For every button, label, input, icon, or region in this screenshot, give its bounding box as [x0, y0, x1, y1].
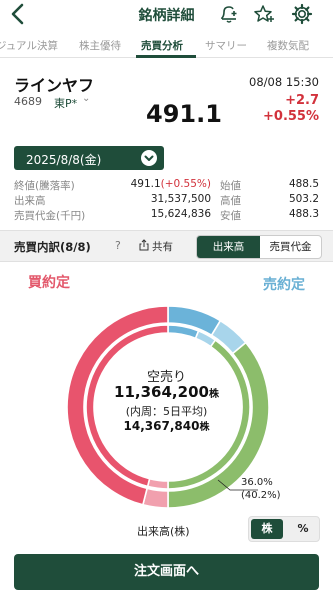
unit-label: 出来高(株) [137, 525, 190, 538]
current-price: 491.1 [146, 100, 222, 128]
turnover-label: 売買代金(千円) [14, 210, 86, 222]
gear-icon[interactable] [291, 3, 313, 25]
low-label: 安値 [220, 210, 241, 222]
center-value-unit: 株 [208, 389, 219, 400]
volume-label: 出来高 [14, 195, 46, 207]
annotation-average: (40.2%) [241, 490, 281, 501]
price-change: +2.7 [285, 93, 319, 108]
center-subtitle: (内周：5日平均) [125, 405, 208, 418]
stats-row: 売買代金(千円) 15,624,836 安値 488.3 [14, 208, 319, 222]
share-label: 共有 [152, 241, 173, 253]
market-selector[interactable]: 東P* [54, 95, 77, 111]
tab-shareholder-benefits[interactable]: 株主優待 [79, 38, 121, 53]
low-value: 488.3 [288, 208, 319, 220]
active-tab-indicator [136, 55, 196, 58]
order-screen-button[interactable]: 注文画面へ [14, 554, 319, 590]
breakdown-toggle: 出来高 売買代金 [196, 235, 322, 259]
tab-visual-earnings[interactable]: ジュアル決算 [0, 38, 58, 53]
toggle-volume[interactable]: 出来高 [197, 236, 260, 258]
open-value: 488.5 [288, 178, 319, 190]
close-value-group: 491.1(+0.55%) [131, 178, 211, 190]
toggle-shares[interactable]: 株 [251, 519, 283, 539]
breakdown-title: 売買内訳(8/8) [14, 240, 91, 254]
help-icon[interactable]: ? [115, 239, 121, 252]
price-change-percent: +0.55% [263, 109, 319, 124]
turnover-value: 15,624,836 [150, 208, 211, 220]
tab-multiple-quotes[interactable]: 複数気配 [267, 38, 309, 53]
date-label: 2025/8/8(金) [26, 153, 102, 167]
center-value-2: 14,367,840株 [0, 418, 333, 433]
high-label: 高値 [220, 195, 241, 207]
close-value: 491.1 [130, 178, 161, 190]
bell-plus-icon[interactable] [218, 3, 240, 25]
open-label: 始値 [220, 180, 241, 192]
annotation-percent: 36.0% [241, 477, 273, 488]
close-change: (+0.55%) [160, 178, 211, 190]
stats-row: 終値(騰落率) 491.1(+0.55%) 始値 488.5 [14, 178, 319, 192]
chevron-down-icon[interactable]: ⌄ [82, 93, 90, 104]
toggle-value[interactable]: 売買代金 [260, 236, 321, 258]
tab-bar: ジュアル決算 株主優待 売買分析 サマリー 複数気配 [0, 32, 333, 58]
sell-label: 売約定 [263, 277, 305, 293]
breakdown-bar: 売買内訳(8/8) ? 共有 出来高 売買代金 [0, 230, 333, 262]
close-label: 終値(騰落率) [14, 180, 75, 192]
center-value-number: 11,364,200 [114, 383, 209, 401]
page-title: 銘柄詳細 [138, 8, 195, 24]
center-value2-unit: 株 [199, 422, 210, 433]
chevron-down-icon [141, 150, 157, 166]
center-value2-number: 14,367,840 [123, 419, 200, 433]
price-timestamp: 08/08 15:30 [249, 75, 319, 89]
share-button[interactable]: 共有 [138, 237, 178, 255]
stats-row: 出来高 31,537,500 高値 503.2 [14, 193, 319, 207]
center-value: 11,364,200株 [0, 383, 333, 401]
unit-toggle: 株 % [248, 516, 320, 542]
share-icon [139, 239, 149, 251]
top-bar: 銘柄詳細 [0, 0, 333, 30]
toggle-percent[interactable]: % [287, 519, 319, 539]
inner-buy-short-slice [146, 477, 169, 490]
stock-code: 4689 [14, 95, 42, 108]
tab-summary[interactable]: サマリー [205, 38, 247, 53]
high-value: 503.2 [288, 193, 319, 205]
tab-trade-analysis[interactable]: 売買分析 [141, 38, 183, 53]
date-selector[interactable]: 2025/8/8(金) [14, 146, 164, 170]
star-plus-icon[interactable] [253, 3, 275, 25]
buy-label: 買約定 [28, 275, 70, 291]
volume-value: 31,537,500 [150, 193, 211, 205]
